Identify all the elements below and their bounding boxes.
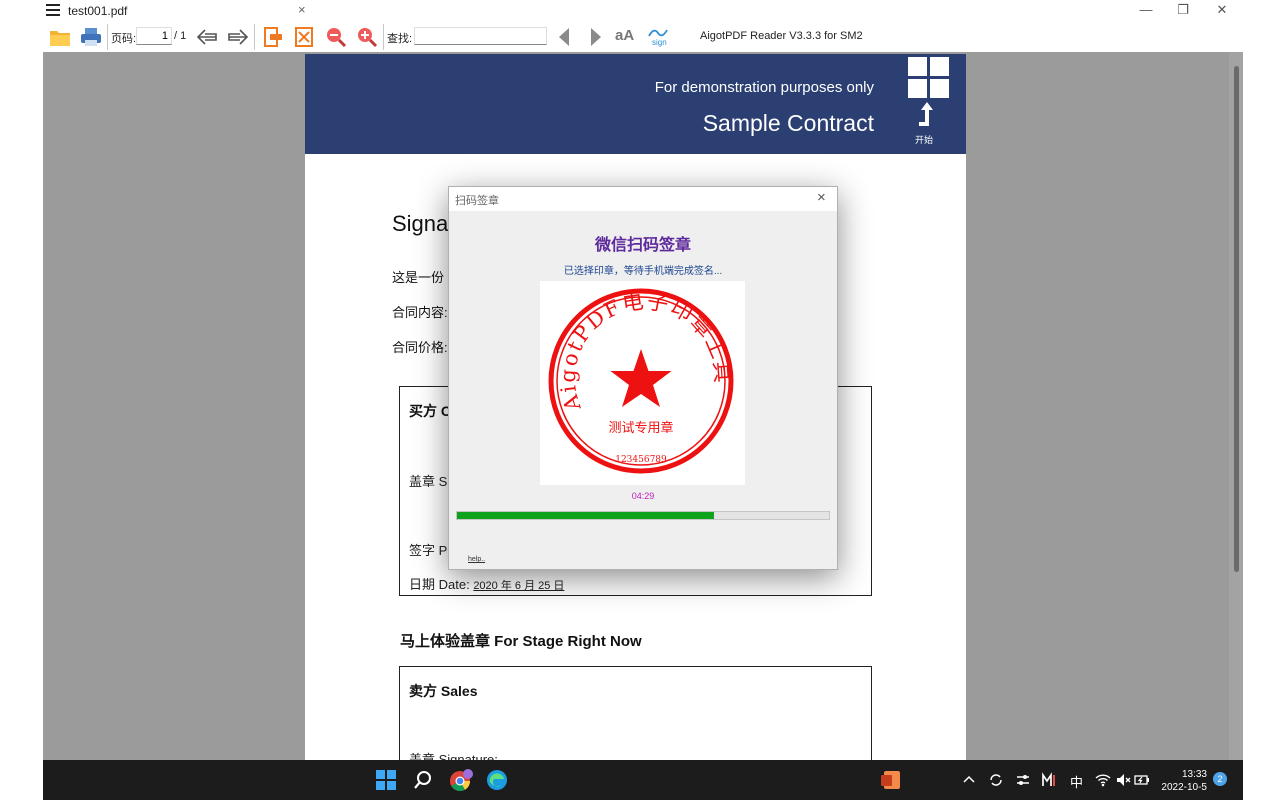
- edge-icon[interactable]: [486, 769, 508, 791]
- vertical-scrollbar[interactable]: [1229, 52, 1243, 760]
- restore-button[interactable]: ❐: [1171, 1, 1195, 19]
- buyer-seal-line: 盖章 Si: [409, 474, 451, 489]
- date-value: 2020 年 6 月 25 日: [473, 580, 565, 592]
- seller-seal-line: 盖章 Signature:: [409, 752, 498, 760]
- sign-icon[interactable]: sign: [646, 26, 670, 48]
- toolbar-separator: [107, 24, 108, 50]
- document-line: 这是一份: [392, 270, 445, 285]
- page-label: 页码:: [111, 33, 137, 45]
- ime-indicator[interactable]: 中: [1070, 772, 1083, 791]
- up-arrow-icon: [919, 102, 933, 126]
- section-heading: 马上体验盖章 For Stage Right Now: [400, 633, 642, 650]
- tab-close-button[interactable]: ×: [298, 2, 306, 17]
- meeting-app-icon[interactable]: [1041, 772, 1057, 788]
- sync-icon[interactable]: [988, 772, 1004, 788]
- pdf-reader-window: test001.pdf × — ❐ ✕ 页码: 1 / 1 查找: aA sig…: [0, 0, 1280, 800]
- title-bar: test001.pdf × — ❐ ✕: [0, 0, 1280, 22]
- taskbar: 中 13:33 2022-10-5 2: [43, 760, 1243, 800]
- signing-progress-bar: [456, 511, 830, 520]
- window-close-button[interactable]: ✕: [1210, 1, 1234, 19]
- print-icon[interactable]: [80, 26, 102, 48]
- logo-label: 开始: [915, 135, 934, 145]
- fit-page-icon[interactable]: [293, 26, 315, 48]
- clock-date[interactable]: 2022-10-5: [1155, 782, 1207, 793]
- dialog-close-button[interactable]: ×: [817, 189, 826, 206]
- sign-label: sign: [652, 38, 667, 47]
- page-total: / 1: [174, 30, 187, 42]
- wifi-icon[interactable]: [1095, 772, 1111, 788]
- buyer-title: 买方 C: [409, 403, 451, 419]
- search-next-icon[interactable]: [584, 26, 606, 48]
- minimize-button[interactable]: —: [1134, 1, 1158, 19]
- seller-signature-box: 卖方 Sales 盖章 Signature:: [399, 666, 872, 760]
- document-heading: Signa: [392, 211, 449, 236]
- banner-title: Sample Contract: [702, 110, 874, 136]
- banner-subtitle: For demonstration purposes only: [654, 79, 874, 96]
- chevron-up-icon[interactable]: [963, 774, 975, 784]
- countdown-timer: 04:29: [631, 491, 655, 501]
- page-number-input[interactable]: 1: [136, 27, 172, 45]
- contract-price-line: 合同价格:: [392, 340, 448, 355]
- zoom-out-icon[interactable]: [325, 26, 347, 48]
- search-icon[interactable]: [413, 770, 433, 790]
- battery-charging-icon[interactable]: [1134, 772, 1150, 788]
- start-logo-icon: [908, 57, 950, 99]
- volume-muted-icon[interactable]: [1115, 772, 1131, 788]
- hamburger-menu-icon[interactable]: [46, 4, 60, 16]
- settings-sliders-icon[interactable]: [1015, 772, 1031, 788]
- seal-preview: AigotPDF电子印章工具 测试专用章 123456789: [540, 281, 745, 485]
- windows-start-icon[interactable]: [376, 770, 396, 790]
- dialog-titlebar: 扫码签章 ×: [449, 187, 837, 211]
- progress-fill: [457, 512, 714, 519]
- scan-sign-dialog: 扫码签章 × 微信扫码签章 已选择印章，等待手机端完成签名... AigotPD…: [448, 186, 838, 570]
- contract-banner: For demonstration purposes only Sample C…: [305, 54, 966, 154]
- notification-badge[interactable]: 2: [1213, 772, 1227, 786]
- seal-center-text: 测试专用章: [608, 420, 673, 436]
- open-folder-icon[interactable]: [49, 26, 71, 48]
- buyer-date-line: 日期 Date: 2020 年 6 月 25 日: [409, 574, 564, 593]
- powerpoint-icon[interactable]: [881, 770, 901, 790]
- app-name: AigotPDF Reader V3.3.3 for SM2: [700, 30, 863, 42]
- zoom-in-icon[interactable]: [356, 26, 378, 48]
- search-label: 查找:: [387, 33, 413, 45]
- electronic-seal-image: AigotPDF电子印章工具 测试专用章 123456789: [548, 288, 734, 474]
- scrollbar-thumb[interactable]: [1234, 66, 1239, 572]
- dialog-status: 已选择印章，等待手机端完成签名...: [563, 266, 723, 277]
- clock-time[interactable]: 13:33: [1181, 769, 1207, 780]
- dialog-heading: 微信扫码签章: [594, 237, 691, 254]
- seal-star-icon: [610, 349, 672, 407]
- buyer-sign-line: 签字 Pr: [409, 543, 452, 558]
- help-link[interactable]: help..: [468, 556, 485, 563]
- fit-width-icon[interactable]: [262, 26, 284, 48]
- date-label: 日期 Date:: [409, 577, 470, 592]
- search-input[interactable]: [414, 27, 547, 45]
- contract-content-line: 合同内容:: [392, 305, 448, 320]
- chrome-icon[interactable]: [449, 769, 473, 793]
- toolbar-separator: [254, 24, 255, 50]
- seller-title: 卖方 Sales: [409, 683, 478, 699]
- toolbar-separator: [383, 24, 384, 50]
- font-size-icon[interactable]: aA: [615, 27, 634, 44]
- dialog-title: 扫码签章: [455, 195, 499, 207]
- toolbar: 页码: 1 / 1 查找: aA sign AigotPDF Reader V3…: [0, 22, 1280, 52]
- document-tab-title[interactable]: test001.pdf: [68, 4, 127, 18]
- search-previous-icon[interactable]: [554, 26, 576, 48]
- seal-serial: 123456789: [615, 455, 667, 465]
- previous-page-icon[interactable]: [196, 26, 218, 48]
- next-page-icon[interactable]: [227, 26, 249, 48]
